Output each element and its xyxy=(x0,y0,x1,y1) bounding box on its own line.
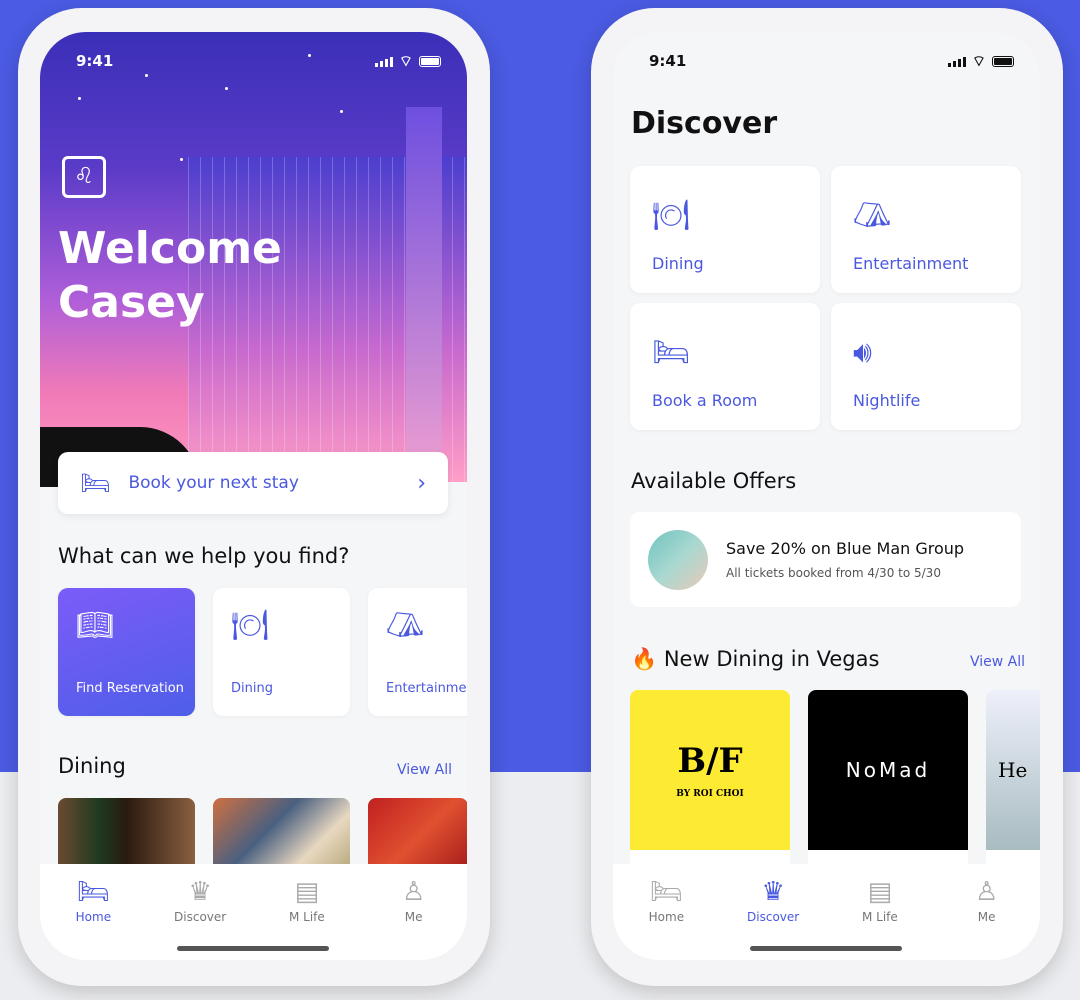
bed-icon: 🛏︎ xyxy=(80,469,111,497)
card-icon: ▤ xyxy=(867,877,893,907)
speaker-icon: 🔊︎ xyxy=(853,335,872,370)
battery-icon xyxy=(992,56,1014,67)
restaurant-logo: B/F xyxy=(677,741,743,781)
offer-thumbnail xyxy=(648,529,708,590)
tab-me[interactable]: ♙ Me xyxy=(933,874,1040,960)
tab-label: Home xyxy=(75,910,112,924)
phone-home: 9:41 ⌔ ♌ Welcome Casey 🛏︎ Book your next… xyxy=(18,8,490,986)
new-dining-title: New Dining in Vegas xyxy=(663,647,880,671)
view-all-link[interactable]: View All xyxy=(970,654,1025,670)
mgm-logo: ♌ xyxy=(62,156,106,198)
discover-icon: ♛ xyxy=(188,877,212,907)
battery-icon xyxy=(419,56,441,67)
tab-home[interactable]: 🛏︎ Home xyxy=(613,874,720,960)
entertainment-tile[interactable]: ⛺︎ Entertainment xyxy=(831,166,1021,293)
restaurant-card[interactable]: B/F BY ROI CHOI xyxy=(630,690,790,865)
status-bar: 9:41 ⌔ xyxy=(76,52,441,71)
offer-card[interactable]: Save 20% on Blue Man Group All tickets bo… xyxy=(630,512,1021,607)
help-title: What can we help you find? xyxy=(58,544,350,568)
dining-icon: 🍽︎ xyxy=(231,608,270,643)
tile-label: Nightlife xyxy=(853,391,921,410)
offer-subtitle: All tickets booked from 4/30 to 5/30 xyxy=(726,566,941,580)
chevron-right-icon: › xyxy=(417,470,426,496)
offer-title: Save 20% on Blue Man Group xyxy=(726,539,965,558)
discover-screen: 9:41 ⌔ Discover 🍽︎ Dining ⛺︎ Entertainment… xyxy=(613,32,1040,960)
entertainment-tile[interactable]: ⛺︎ Entertainment xyxy=(368,588,467,716)
restaurant-card[interactable]: NoMad xyxy=(808,690,968,865)
restaurant-logo: He xyxy=(986,690,1040,850)
home-indicator xyxy=(750,946,902,951)
tile-label: Entertainment xyxy=(853,254,969,273)
tile-label: Find Reservation xyxy=(76,681,184,696)
book-room-tile[interactable]: 🛏︎ Book a Room xyxy=(630,303,820,430)
discover-icon: ♛ xyxy=(761,877,785,907)
tab-label: Discover xyxy=(174,910,227,924)
home-screen: 9:41 ⌔ ♌ Welcome Casey 🛏︎ Book your next… xyxy=(40,32,467,960)
restaurant-card[interactable]: He xyxy=(986,690,1040,865)
restaurant-logo: NoMad xyxy=(808,690,968,850)
tab-home[interactable]: 🛏︎ Home xyxy=(40,874,147,960)
person-icon: ♙ xyxy=(401,877,426,907)
tab-label: Me xyxy=(404,910,423,924)
wifi-icon: ⌔ xyxy=(398,52,413,70)
tile-label: Book a Room xyxy=(652,391,758,410)
tile-label: Dining xyxy=(652,254,704,273)
wifi-icon: ⌔ xyxy=(971,52,986,70)
dining-title: Dining xyxy=(58,754,126,778)
signal-icon xyxy=(947,56,966,67)
dining-tile[interactable]: 🍽︎ Dining xyxy=(630,166,820,293)
welcome-title: Welcome Casey xyxy=(58,223,282,328)
home-indicator xyxy=(177,946,329,951)
phone-discover: 9:41 ⌔ Discover 🍽︎ Dining ⛺︎ Entertainment… xyxy=(591,8,1063,986)
bed-icon: 🛏︎ xyxy=(76,877,110,907)
fire-icon: 🔥 xyxy=(631,647,658,671)
tab-label: Discover xyxy=(747,910,800,924)
find-reservation-tile[interactable]: 📖︎ Find Reservation xyxy=(58,588,195,716)
status-time: 9:41 xyxy=(649,52,687,70)
signal-icon xyxy=(374,56,393,67)
status-bar: 9:41 ⌔ xyxy=(649,52,1014,71)
restaurant-logo-sub: BY ROI CHOI xyxy=(676,789,744,799)
book-icon: 📖︎ xyxy=(76,608,115,643)
book-stay-button[interactable]: 🛏︎ Book your next stay › xyxy=(58,452,448,514)
tab-label: M Life xyxy=(288,910,325,924)
bed-icon: 🛏︎ xyxy=(649,877,683,907)
dining-icon: 🍽︎ xyxy=(652,198,691,233)
tile-label: Dining xyxy=(231,681,273,696)
offers-title: Available Offers xyxy=(631,469,797,493)
tab-label: M Life xyxy=(861,910,898,924)
person-icon: ♙ xyxy=(974,877,999,907)
book-stay-label: Book your next stay xyxy=(128,473,299,493)
bed-icon: 🛏︎ xyxy=(652,335,691,370)
tent-icon: ⛺︎ xyxy=(853,198,892,233)
view-all-link[interactable]: View All xyxy=(397,762,452,778)
card-icon: ▤ xyxy=(294,877,320,907)
tab-me[interactable]: ♙ Me xyxy=(360,874,467,960)
tab-label: Home xyxy=(648,910,685,924)
tab-label: Me xyxy=(977,910,996,924)
nightlife-tile[interactable]: 🔊︎ Nightlife xyxy=(831,303,1021,430)
dining-tile[interactable]: 🍽︎ Dining xyxy=(213,588,350,716)
tent-icon: ⛺︎ xyxy=(386,608,425,643)
status-time: 9:41 xyxy=(76,52,114,70)
tile-label: Entertainment xyxy=(386,681,467,696)
page-title: Discover xyxy=(631,106,778,141)
